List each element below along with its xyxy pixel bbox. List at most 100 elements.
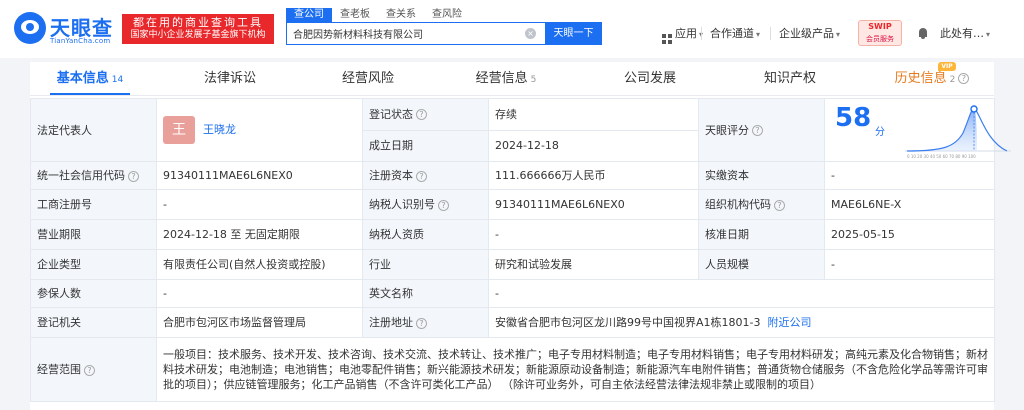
reg-authority-label: 登记机关 (30, 307, 157, 338)
slogan-line2: 国家中小企业发展子基金旗下机构 (130, 30, 266, 40)
biz-term-value: 2024-12-18 至 无固定期限 (156, 219, 363, 250)
search-input[interactable] (287, 23, 519, 44)
org-code-label: 组织机构代码 (705, 198, 771, 211)
basic-info-table: 法定代表人 王王晓龙 登记状态? 存续 天眼评分? 58 分 0 10 20 3… (30, 98, 1011, 402)
help-circle-icon: ? (958, 73, 970, 84)
slogan-banner: 都在用的商业查询工具 国家中小企业发展子基金旗下机构 (122, 14, 274, 44)
reg-status-label: 登记状态 (369, 107, 413, 121)
search-tab-company[interactable]: 查公司 (286, 8, 332, 22)
site-logo[interactable]: 天眼查 TianYanCha.com (14, 10, 122, 46)
chevron-down-icon: ▾ (986, 30, 991, 39)
tab-label: 基本信息 (56, 71, 109, 86)
tab-risk[interactable]: 经营风险 (328, 62, 408, 95)
english-name-value: - (488, 279, 995, 308)
search-tab-boss[interactable]: 查老板 (332, 8, 378, 22)
biz-reg-no-value: - (156, 189, 363, 220)
user-name: 此处有… (940, 27, 984, 40)
swip-title: SWIP (868, 22, 892, 31)
help-circle-icon[interactable]: ? (752, 125, 763, 136)
industry-label: 行业 (362, 249, 489, 280)
avatar[interactable]: 王 (163, 116, 195, 144)
legal-rep-label: 法定代表人 (30, 98, 157, 162)
reg-status-label-cell: 登记状态? (362, 98, 489, 131)
reg-address-label-cell: 注册地址? (362, 307, 489, 338)
partner-menu[interactable]: 合作通道 ▾ (710, 22, 760, 45)
credit-code-label-cell: 统一社会信用代码? (30, 161, 157, 190)
score-value: 58 (835, 103, 872, 133)
user-menu[interactable]: 此处有… ▾ (940, 22, 990, 45)
svg-text:0 10 20 30 40 50 60 70 80 90 1: 0 10 20 30 40 50 60 70 80 90 100 (907, 154, 976, 159)
score-unit: 分 (875, 127, 885, 138)
swip-member-button[interactable]: SWIP 会员服务 (858, 20, 902, 46)
help-circle-icon[interactable]: ? (416, 109, 427, 121)
score-distribution-chart: 0 10 20 30 40 50 60 70 80 90 100 (905, 105, 1011, 159)
tab-count: 14 (111, 75, 124, 85)
tab-history[interactable]: 历史信息 2? (882, 62, 982, 95)
credit-code-label: 统一社会信用代码 (37, 169, 125, 182)
nearby-companies-link[interactable]: 附近公司 (767, 316, 811, 329)
bell-icon[interactable] (918, 28, 928, 39)
company-type-value: 有限责任公司(自然人投资或控股) (156, 249, 363, 280)
est-date-label: 成立日期 (362, 129, 489, 162)
reg-capital-label: 注册资本 (369, 169, 413, 182)
apps-icon (662, 29, 672, 44)
insured-value: - (156, 279, 363, 308)
search-tab-relation[interactable]: 查关系 (378, 8, 424, 22)
help-circle-icon[interactable]: ? (128, 170, 139, 182)
content-tabs: 基本信息 14 法律诉讼 经营风险 经营信息 5 公司发展 知识产权 历史信息 2? … (30, 62, 994, 96)
brand-site: TianYanCha.com (50, 37, 111, 45)
divider (701, 27, 702, 40)
help-circle-icon[interactable]: ? (84, 364, 95, 376)
est-date-value: 2024-12-18 (488, 129, 699, 162)
staff-size-value: - (824, 249, 995, 280)
reg-address-label: 注册地址 (369, 316, 413, 329)
approval-date-value: 2025-05-15 (824, 219, 995, 250)
company-type-label: 企业类型 (30, 249, 157, 280)
apps-label: 应用 (675, 27, 697, 40)
staff-size-label: 人员规模 (698, 249, 825, 280)
help-circle-icon[interactable]: ? (438, 199, 449, 211)
status-badge: 存续 (488, 98, 699, 131)
paid-capital-value: - (824, 161, 995, 190)
tab-count: 5 (530, 75, 537, 85)
help-circle-icon[interactable]: ? (416, 317, 427, 329)
partner-label: 合作通道 (710, 27, 754, 40)
score-label: 天眼评分 (705, 123, 749, 137)
search-button[interactable]: 天眼一下 (545, 22, 602, 45)
tab-development[interactable]: 公司发展 (610, 62, 690, 95)
reg-address-value: 安徽省合肥市包河区龙川路99号中国视界A1栋1801-3 (495, 316, 761, 329)
reg-capital-label-cell: 注册资本? (362, 161, 489, 190)
score-label-cell: 天眼评分? (698, 98, 825, 162)
clear-icon[interactable]: × (525, 28, 536, 39)
tab-label: 经营风险 (341, 71, 394, 86)
apps-menu[interactable]: 应用▾ (662, 22, 703, 45)
tianyancha-eye-logo-icon (14, 12, 46, 44)
taxpayer-id-label-cell: 纳税人识别号? (362, 189, 489, 220)
help-circle-icon[interactable]: ? (416, 170, 427, 182)
english-name-label: 英文名称 (362, 279, 489, 308)
taxpayer-qual-label: 纳税人资质 (362, 219, 489, 250)
tab-basic-info[interactable]: 基本信息 14 (50, 62, 130, 95)
score-cell[interactable]: 58 分 0 10 20 30 40 50 60 70 80 90 100 (824, 98, 1011, 162)
chevron-down-icon: ▾ (836, 30, 841, 39)
taxpayer-qual-value: - (488, 219, 699, 250)
vip-badge: VIP (938, 62, 956, 71)
slogan-line1: 都在用的商业查询工具 (133, 16, 263, 29)
top-header: 天眼查 TianYanCha.com 都在用的商业查询工具 国家中小企业发展子基… (0, 0, 1024, 58)
company-info-card: 基本信息 14 法律诉讼 经营风险 经营信息 5 公司发展 知识产权 历史信息 2? … (30, 62, 1011, 410)
taxpayer-id-label: 纳税人识别号 (369, 198, 435, 211)
enterprise-menu[interactable]: 企业级产品 ▾ (779, 22, 840, 45)
legal-rep-link[interactable]: 王晓龙 (203, 123, 236, 136)
tab-ip[interactable]: 知识产权 (750, 62, 830, 95)
tab-operations[interactable]: 经营信息 5 (466, 62, 546, 95)
search-tab-risk[interactable]: 查风险 (424, 8, 470, 22)
org-code-value: MAE6L6NE-X (824, 189, 995, 220)
paid-capital-label: 实缴资本 (698, 161, 825, 190)
search-box: × (286, 22, 545, 45)
tab-legal[interactable]: 法律诉讼 (190, 62, 270, 95)
business-scope-value: 一般项目：技术服务、技术开发、技术咨询、技术交流、技术转让、技术推广；电子专用材… (156, 337, 995, 402)
help-circle-icon[interactable]: ? (774, 199, 785, 211)
scope-label: 经营范围 (37, 363, 81, 376)
search-type-tabs: 查公司 查老板 查关系 查风险 (286, 8, 470, 22)
tab-label: 经营信息 (475, 71, 528, 86)
